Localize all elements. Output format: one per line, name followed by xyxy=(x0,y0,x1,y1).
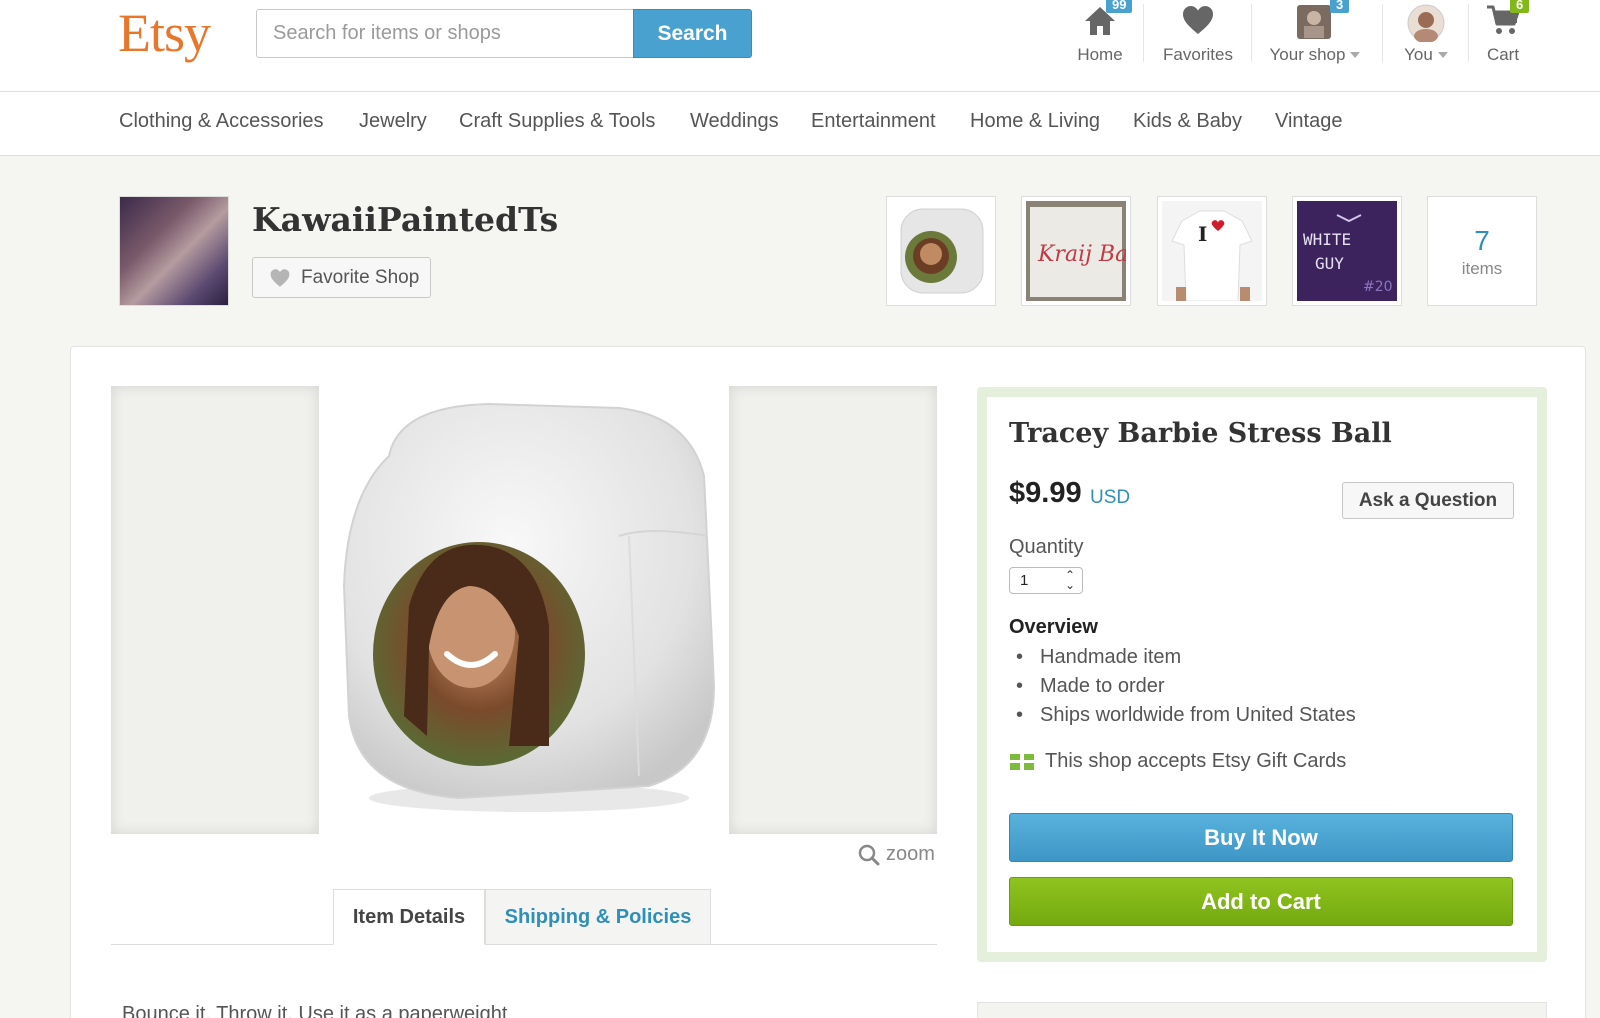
category-home-living[interactable]: Home & Living xyxy=(970,110,1100,133)
zoom-button[interactable]: zoom xyxy=(858,843,935,866)
gift-card-notice: This shop accepts Etsy Gift Cards xyxy=(1009,750,1346,773)
your-shop-badge: 3 xyxy=(1330,0,1350,13)
shop-avatar-icon xyxy=(1296,4,1332,45)
nav-divider xyxy=(1143,4,1144,62)
nav-home[interactable]: 99 Home xyxy=(1074,0,1133,70)
overview-item: Handmade item xyxy=(1016,643,1356,672)
heart-icon xyxy=(270,268,290,287)
nav-you[interactable]: You xyxy=(1398,0,1454,70)
product-image[interactable] xyxy=(319,386,729,834)
shop-item-thumb[interactable]: Kraij Barkie xyxy=(1021,196,1172,306)
category-clothing[interactable]: Clothing & Accessories xyxy=(119,110,324,133)
item-description: Bounce it. Throw it. Use it as a paperwe… xyxy=(122,1003,508,1018)
nav-your-shop-label: Your shop xyxy=(1269,45,1346,64)
category-weddings[interactable]: Weddings xyxy=(690,110,779,133)
zoom-label: zoom xyxy=(886,843,935,865)
shirt-text-thumb: Kraij Barkie xyxy=(1026,201,1172,301)
nav-you-label: You xyxy=(1404,45,1433,64)
quantity-value: 1 xyxy=(1020,572,1029,589)
etsy-logo[interactable]: Etsy xyxy=(118,2,211,64)
gallery-side-left xyxy=(111,386,319,834)
nav-favorites-label: Favorites xyxy=(1163,45,1233,64)
quantity-label: Quantity xyxy=(1009,536,1084,558)
ask-question-button[interactable]: Ask a Question xyxy=(1342,482,1514,519)
nav-cart-label: Cart xyxy=(1486,45,1520,64)
svg-text:Kraij Barkie: Kraij Barkie xyxy=(1037,242,1126,267)
quantity-select[interactable]: 1 ⌃ ⌄ xyxy=(1009,567,1083,594)
gallery-side-right xyxy=(729,386,937,834)
favorite-shop-label: Favorite Shop xyxy=(301,266,420,288)
chevron-down-icon xyxy=(1350,52,1361,58)
home-badge: 99 xyxy=(1106,0,1133,13)
search-bar: Search xyxy=(256,9,752,58)
overview-item: Made to order xyxy=(1016,672,1356,701)
listing-price: $9.99 xyxy=(1009,477,1082,509)
heart-icon xyxy=(1181,4,1215,41)
magnifier-icon xyxy=(858,844,880,865)
cart-badge: 6 xyxy=(1510,0,1530,13)
gift-card-text: This shop accepts Etsy Gift Cards xyxy=(1045,750,1347,772)
overview-item: Ships worldwide from United States xyxy=(1016,701,1356,730)
category-nav: Clothing & Accessories Jewelry Craft Sup… xyxy=(0,92,1600,156)
user-avatar-icon xyxy=(1407,4,1445,47)
chevron-down-icon xyxy=(1437,52,1448,58)
nav-favorites[interactable]: Favorites xyxy=(1158,0,1238,70)
shop-items-count[interactable]: 7 items xyxy=(1427,196,1537,306)
white-guy-shirt-thumb: WHITE GUY #20 xyxy=(1297,201,1397,301)
category-craft-supplies[interactable]: Craft Supplies & Tools xyxy=(459,110,655,133)
gift-card-icon xyxy=(1010,753,1034,770)
listing-tabs: Item Details Shipping & Policies xyxy=(111,889,937,945)
nav-divider xyxy=(1468,4,1469,62)
search-button[interactable]: Search xyxy=(633,9,752,58)
category-jewelry[interactable]: Jewelry xyxy=(359,110,427,133)
add-to-cart-button[interactable]: Add to Cart xyxy=(1009,877,1513,926)
i-heart-shirt-thumb: I xyxy=(1162,201,1262,302)
currency-code[interactable]: USD xyxy=(1090,487,1130,509)
nav-you-label-wrap: You xyxy=(1398,45,1454,65)
tab-item-details[interactable]: Item Details xyxy=(333,889,485,945)
nav-home-label: Home xyxy=(1077,45,1123,64)
product-image-gallery[interactable] xyxy=(111,386,937,834)
shop-item-thumb[interactable]: WHITE GUY #20 xyxy=(1292,196,1402,306)
shop-avatar[interactable] xyxy=(119,196,229,306)
nav-your-shop-label-wrap: Your shop xyxy=(1266,45,1364,65)
nav-divider xyxy=(1251,4,1252,62)
stress-cube-thumb xyxy=(891,201,991,301)
shop-item-thumb[interactable]: I xyxy=(1157,196,1267,306)
svg-text:WHITE: WHITE xyxy=(1303,230,1351,249)
svg-text:#20: #20 xyxy=(1363,279,1393,295)
overview-list: Handmade item Made to order Ships worldw… xyxy=(1016,643,1356,730)
shop-name[interactable]: KawaiiPaintedTs xyxy=(252,200,558,239)
tab-shipping-policies[interactable]: Shipping & Policies xyxy=(485,889,711,945)
overview-heading: Overview xyxy=(1009,616,1098,638)
select-arrows-icon: ⌃ ⌄ xyxy=(1064,568,1075,592)
svg-text:I: I xyxy=(1198,222,1207,246)
shop-item-thumb[interactable] xyxy=(886,196,996,306)
search-input[interactable] xyxy=(256,9,633,58)
site-header: Etsy Search 99 Home Favorites 3 Your sho… xyxy=(0,0,1600,92)
listing-title: Tracey Barbie Stress Ball xyxy=(1009,418,1392,449)
secondary-panel xyxy=(977,1002,1547,1018)
nav-your-shop[interactable]: 3 Your shop xyxy=(1266,0,1364,70)
favorite-shop-button[interactable]: Favorite Shop xyxy=(252,257,431,298)
buy-it-now-button[interactable]: Buy It Now xyxy=(1009,813,1513,862)
items-count-label: items xyxy=(1461,259,1503,278)
items-count-number: 7 xyxy=(1474,225,1490,256)
category-vintage[interactable]: Vintage xyxy=(1275,110,1342,133)
category-kids-baby[interactable]: Kids & Baby xyxy=(1133,110,1242,133)
category-entertainment[interactable]: Entertainment xyxy=(811,110,936,133)
nav-divider xyxy=(1382,4,1383,62)
nav-cart[interactable]: 6 Cart xyxy=(1480,0,1530,70)
svg-text:GUY: GUY xyxy=(1315,254,1344,273)
